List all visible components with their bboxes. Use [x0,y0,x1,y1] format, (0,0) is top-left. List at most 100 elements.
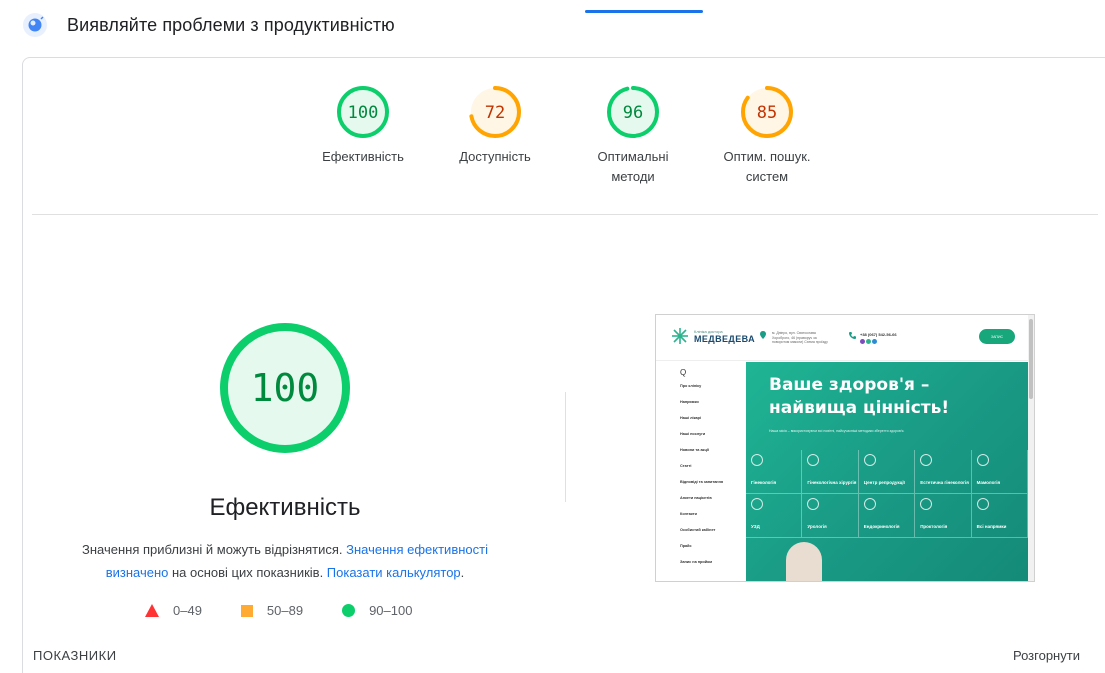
thumb-menu-item: Новини та акції [680,448,709,452]
vertical-divider [565,392,566,502]
thumb-header: Клініка доктора МЕДВЕДЕВА м. Дніпро, вул… [656,315,1028,361]
gauge-performance[interactable]: 100 Ефективність [293,84,433,167]
description-text: на основі цих показників. [168,565,327,580]
gauge-score: 85 [757,103,777,123]
expand-view-toggle[interactable]: Розгорнути [1013,648,1080,663]
main-gauge-score: 100 [251,366,320,410]
thumb-hero: Ваше здоров'я – найвища цінність! Наша м… [746,362,1028,581]
thumb-appointment-button: ЗАПИС [979,329,1015,344]
divider [32,214,1098,215]
gauge-best-practices[interactable]: 96 Оптимальні методи [563,84,703,187]
service-icon [920,454,933,466]
thumb-tile-label: Урологія [807,523,827,529]
viber-icon [860,339,865,344]
main-gauge-title: Ефективність [209,494,361,521]
thumb-tile-label: Проктологія [920,523,948,529]
thumb-tile-label: Центр репродукції [863,479,905,485]
thumb-service-tile: УЗД [746,494,803,538]
gauge-label: Оптимальні методи [563,147,703,187]
thumb-menu-item: Наші послуги [680,432,706,436]
thumb-service-tile: Всі напрямки [971,494,1028,538]
page-screenshot-thumbnail: Клініка доктора МЕДВЕДЕВА м. Дніпро, вул… [655,314,1035,582]
service-icon [751,454,763,466]
legend-range: 90–100 [369,603,413,618]
thumb-service-tile: Естетична гінекологія [915,450,972,494]
thumb-menu-item: Статті [680,464,692,468]
gauge-performance-ring: 100 [337,86,389,138]
thumb-service-tile: Гінекологія [746,450,803,494]
thumb-menu-item: Про клініку [680,384,702,388]
phone-icon [849,332,856,339]
thumb-service-tile: Урологія [802,494,859,538]
thumb-menu-item: Прайс [680,544,692,548]
thumb-menu-item: Наші лікарі [680,416,701,420]
gauge-score: 72 [485,103,505,123]
gauge-label-line: Ефективність [322,149,404,164]
gauge-label-line: Оптимальні [597,149,669,164]
service-icon [863,498,876,510]
thumb-menu-item: Контакти [680,512,697,516]
thumb-tile-label: Ендокринологія [863,523,900,529]
gauge-label-line: систем [745,169,789,184]
description-text: Значення приблизні й можуть відрізнятися… [82,542,347,557]
thumb-address: м. Дніпро, вул. Святослава Хороброго, 46… [760,331,834,345]
legend-range: 0–49 [173,603,202,618]
section-header: Виявляйте проблеми з продуктивністю [22,12,395,38]
service-icon [976,454,989,466]
gauge-accessibility-ring: 72 [469,86,521,138]
thumb-service-tile: Мамологія [971,450,1028,494]
category-gauges: 100 Ефективність 72 Доступність 96 Оптим… [293,84,853,204]
thumb-logo-big: МЕДВЕДЕВА [694,333,755,344]
messenger-icons [860,339,897,344]
square-icon [240,604,253,617]
thumb-phone: +38 (067) 542-56-66 [849,332,897,344]
legend-item-fail: 0–49 [145,603,202,618]
section-title: Виявляйте проблеми з продуктивністю [67,14,395,35]
clinic-logo-icon [672,328,688,344]
thumb-tile-label: Гінекологічна хірургія [807,479,857,485]
circle-icon [342,604,356,617]
legend-range: 50–89 [266,603,304,618]
gauge-label-line: Доступність [459,149,531,164]
lighthouse-icon [22,12,48,38]
thumb-tile-label: Всі напрямки [976,523,1007,529]
legend-item-average: 50–89 [240,603,304,618]
service-icon [863,454,876,466]
thumb-address-text: м. Дніпро, вул. Святослава Хороброго, 46… [772,331,828,344]
legend-item-pass: 90–100 [342,603,412,618]
gauge-label: Доступність [425,147,565,167]
gauge-score: 100 [348,103,379,123]
thumb-scrollbar-handle [1029,319,1033,399]
thumb-button-label: ЗАПИС [991,334,1003,339]
doctor-photo [786,542,822,581]
triangle-icon [145,604,159,617]
thumb-menu-item: Особистий кабінет [680,528,716,532]
gauge-accessibility[interactable]: 72 Доступність [425,84,565,167]
service-icon [751,498,763,510]
thumb-service-tile: Проктологія [915,494,972,538]
thumb-hero-line: Ваше здоров'я – [769,375,930,395]
active-tab-indicator [585,10,703,13]
gauge-seo-ring: 85 [741,86,793,138]
show-calculator-link[interactable]: Показати калькулятор [327,565,461,580]
thumb-menu-item: Відповіді та запитання [680,480,724,484]
thumb-scrollbar [1028,315,1034,581]
thumb-service-tile: Ендокринологія [858,494,916,538]
performance-main-gauge: 100 [217,320,353,461]
gauge-seo[interactable]: 85 Оптим. пошук. систем [697,84,837,187]
thumb-menu: Q Про клініку Напрямки Наші лікарі Наші … [656,362,746,581]
thumb-phone-number: +38 (067) 542-56-66 [860,332,897,337]
thumb-services-grid: Гінекологія Гінекологічна хірургія Центр… [746,450,1028,538]
metrics-section-label: ПОКАЗНИКИ [33,648,117,663]
gauge-best-practices-ring: 96 [607,86,659,138]
thumb-tile-label: Гінекологія [751,479,777,485]
thumb-tile-label: Мамологія [976,479,1001,485]
service-icon [807,498,820,510]
thumb-tile-label: УЗД [751,523,760,529]
service-icon [920,498,933,510]
gauge-score: 96 [623,103,643,123]
thumb-hero-line: найвища цінність! [769,398,950,418]
main-gauge-ring: 100 [220,323,350,453]
gauge-label: Ефективність [293,147,433,167]
telegram-icon [872,339,877,344]
